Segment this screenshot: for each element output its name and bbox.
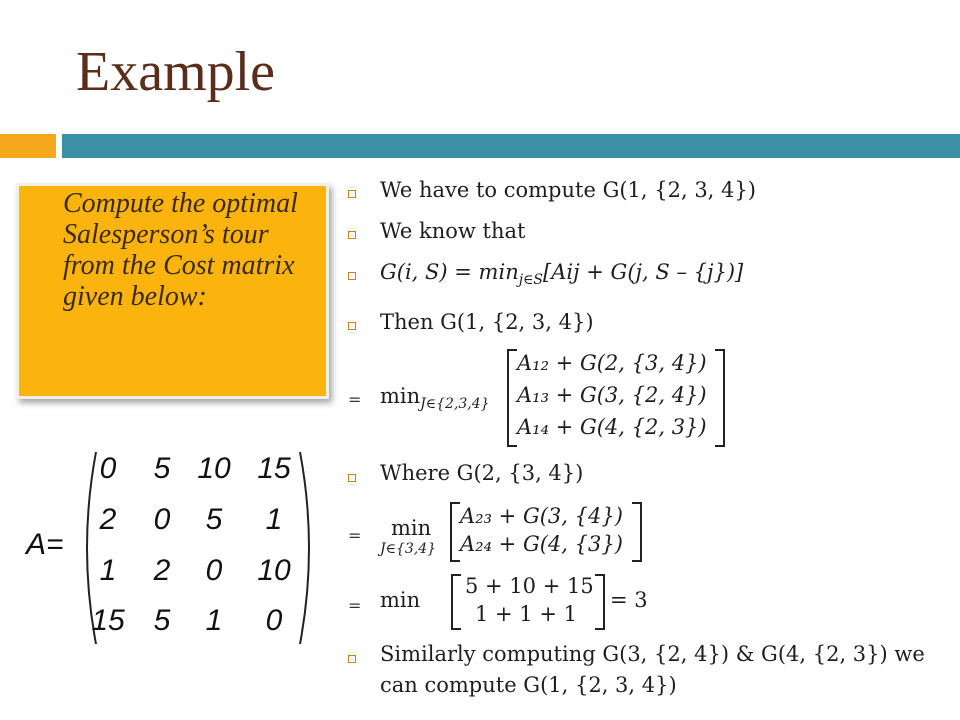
accent-bar-orange: [0, 134, 56, 158]
formula-text: G(i, S) = minj∈S[Aij + G(j, S – {j})]: [380, 260, 743, 288]
matrix-cell: 15: [257, 452, 291, 485]
bracket-matrix-1: A₁₂ + G(2, {3, 4}) A₁₃ + G(3, {2, 4}) A₁…: [507, 349, 725, 447]
task-callout-text: Compute the optimal Salesperson’s tour f…: [63, 188, 298, 312]
step-text: Where G(2, {3, 4}): [380, 461, 584, 485]
cost-matrix: A= 0 5 10 15 2 0 5 1 1 2 0 10 15 5 1 0: [26, 450, 316, 646]
matrix-cell: 1: [265, 503, 283, 536]
matrix-cell: 5: [153, 452, 171, 485]
matrix-cell: 10: [197, 452, 231, 485]
bracket-row: A₁₄ + G(4, {2, 3}): [517, 415, 707, 439]
matrix-cell: 2: [153, 554, 171, 587]
bracket-row: A₂₃ + G(3, {4}): [460, 504, 623, 528]
bracket-row: 5 + 10 + 15: [465, 574, 594, 598]
bracket-matrix-3: 5 + 10 + 15 1 + 1 + 1: [451, 574, 605, 630]
result-value: = 3: [610, 588, 648, 612]
matrix-cell: 0: [99, 452, 117, 485]
accent-bar-teal: [62, 134, 960, 158]
slide-title: Example: [76, 41, 276, 103]
step-text: can compute G(1, {2, 3, 4}): [380, 673, 677, 697]
bracket-row: A₁₂ + G(2, {3, 4}): [517, 351, 707, 375]
bracket-row: A₂₄ + G(4, {3}): [460, 532, 623, 556]
bullet-icon: [348, 272, 356, 280]
equals-sign: =: [348, 596, 362, 615]
formula-subscript: j∈S: [518, 272, 544, 288]
min-operator: min: [391, 516, 432, 540]
min-subscript: J∈{3,4}: [380, 541, 437, 557]
step-text: We have to compute G(1, {2, 3, 4}): [380, 178, 756, 202]
matrix-cell: 1: [99, 554, 117, 587]
matrix-cell: 5: [205, 503, 223, 536]
min-operator: min: [380, 588, 421, 612]
formula-lhs: G(i, S) = min: [380, 260, 519, 284]
bracket-row: A₁₃ + G(3, {2, 4}): [517, 383, 707, 407]
bullet-icon: [348, 322, 356, 330]
bracket-matrix-2: A₂₃ + G(3, {4}) A₂₄ + G(4, {3}): [450, 502, 642, 562]
matrix-cell: 10: [257, 554, 291, 587]
bracket-row: 1 + 1 + 1: [475, 602, 577, 626]
matrix-cell: 5: [153, 604, 171, 637]
bullet-icon: [348, 474, 356, 482]
equals-sign: =: [348, 390, 362, 409]
bullet-icon: [348, 231, 356, 239]
task-callout-box: Compute the optimal Salesperson’s tour f…: [16, 183, 329, 399]
bullet-icon: [348, 190, 356, 198]
matrix-cell: 1: [205, 604, 223, 637]
formula-rhs: [Aij + G(j, S – {j})]: [543, 260, 744, 284]
matrix-cell: 15: [91, 604, 125, 637]
equals-sign: =: [348, 526, 362, 545]
step-text: Then G(1, {2, 3, 4}): [380, 310, 594, 334]
matrix-cell: 2: [99, 503, 117, 536]
min-operator: minJ∈{2,3,4}: [380, 384, 490, 412]
bullet-icon: [348, 655, 356, 663]
step-text: Similarly computing G(3, {2, 4}) & G(4, …: [380, 642, 925, 666]
matrix-cell: 0: [265, 604, 283, 637]
step-text: We know that: [380, 219, 526, 243]
min-subscript: J∈{2,3,4}: [420, 396, 490, 412]
matrix-cell: 0: [205, 554, 223, 587]
matrix-cell: 0: [153, 503, 171, 536]
